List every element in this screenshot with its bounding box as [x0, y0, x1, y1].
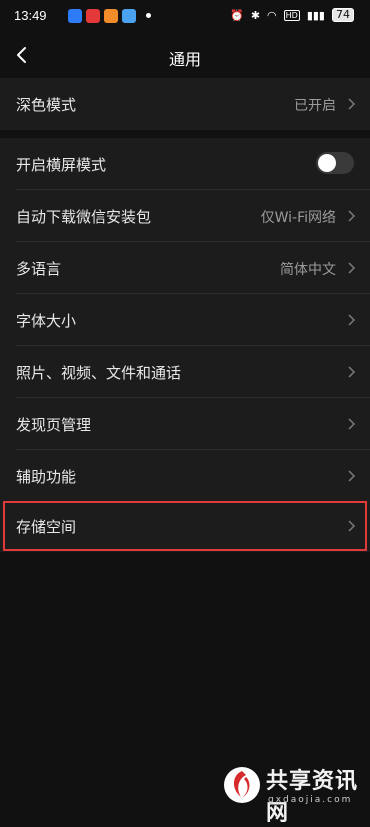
- wifi-icon: ◠: [267, 8, 277, 22]
- alarm-icon: ⏰: [230, 8, 244, 22]
- chevron-right-icon: [348, 470, 356, 482]
- status-bar: 13:49 ⏰ ✱ ◠ HD ▮▮▮ 74: [0, 0, 370, 34]
- setting-landscape-mode: 开启横屏模式: [0, 138, 370, 190]
- navigation-header: 通用: [0, 34, 370, 78]
- setting-language[interactable]: 多语言 简体中文: [0, 242, 370, 294]
- chevron-right-icon: [348, 98, 356, 110]
- app-icon-blue: [68, 9, 82, 23]
- setting-media-files-calls[interactable]: 照片、视频、文件和通话: [0, 346, 370, 398]
- setting-label: 自动下载微信安装包: [16, 208, 152, 226]
- setting-label: 辅助功能: [16, 468, 77, 486]
- setting-label: 照片、视频、文件和通话: [16, 364, 182, 382]
- setting-value: 简体中文: [280, 262, 336, 278]
- status-time: 13:49: [14, 8, 47, 23]
- setting-label: 发现页管理: [16, 416, 92, 434]
- setting-accessibility[interactable]: 辅助功能: [0, 450, 370, 502]
- hd-icon: HD: [283, 9, 300, 21]
- watermark-subtext: gxdaojia.com: [268, 795, 353, 805]
- toggle-knob: [318, 154, 336, 172]
- setting-label: 开启横屏模式: [16, 156, 107, 174]
- setting-discover-management[interactable]: 发现页管理: [0, 398, 370, 450]
- setting-auto-download[interactable]: 自动下载微信安装包 仅Wi-Fi网络: [0, 190, 370, 242]
- app-icon-lightblue: [122, 9, 136, 23]
- app-icon-red: [86, 9, 100, 23]
- chevron-right-icon: [348, 366, 356, 378]
- watermark-logo-icon: [224, 767, 260, 803]
- setting-value: 仅Wi-Fi网络: [260, 210, 336, 226]
- chevron-right-icon: [348, 314, 356, 326]
- status-icons: ⏰ ✱ ◠ HD ▮▮▮ 74: [230, 8, 354, 22]
- landscape-toggle[interactable]: [316, 152, 354, 174]
- setting-label: 字体大小: [16, 312, 77, 330]
- setting-dark-mode[interactable]: 深色模式 已开启: [0, 78, 370, 130]
- battery-icon: 74: [332, 8, 354, 22]
- setting-value: 已开启: [294, 98, 336, 114]
- watermark: 共享资讯网 gxdaojia.com: [222, 755, 364, 826]
- setting-label: 多语言: [16, 260, 62, 278]
- signal-icon: ▮▮▮: [306, 8, 325, 22]
- page-title: 通用: [168, 50, 201, 69]
- setting-label: 深色模式: [16, 96, 77, 114]
- chevron-right-icon: [348, 418, 356, 430]
- bluetooth-icon: ✱: [250, 8, 261, 22]
- chevron-right-icon: [348, 262, 356, 274]
- notification-dot: [146, 13, 151, 18]
- setting-font-size[interactable]: 字体大小: [0, 294, 370, 346]
- app-icon-orange: [104, 9, 118, 23]
- highlight-box: [3, 501, 367, 551]
- chevron-right-icon: [348, 210, 356, 222]
